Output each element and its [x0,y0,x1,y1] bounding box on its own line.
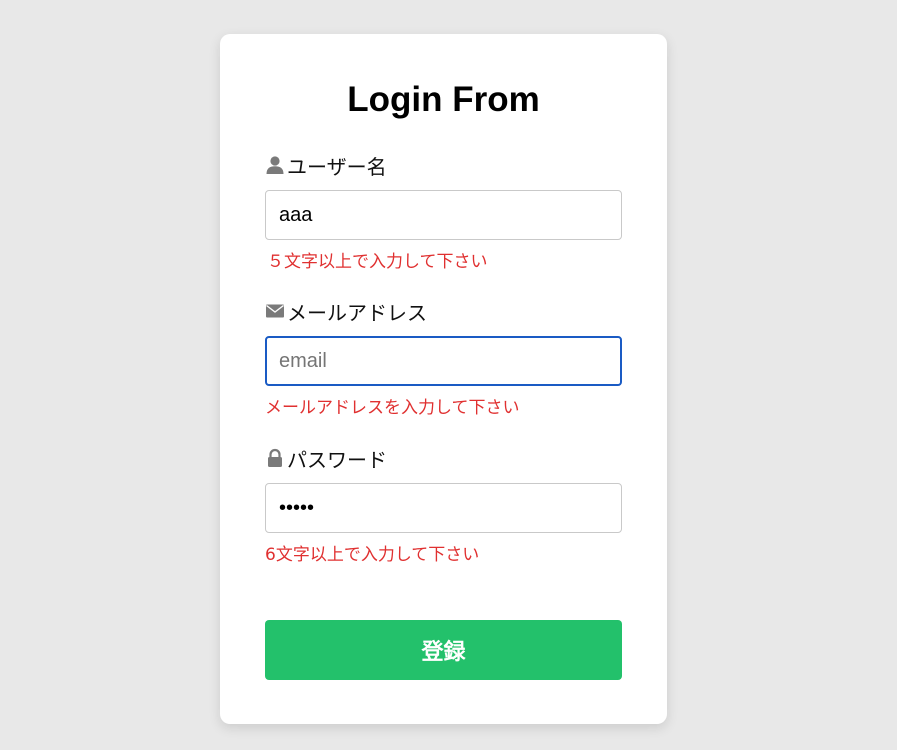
mail-icon [265,301,285,321]
username-error: ５文字以上で入力して下さい [267,252,488,272]
lock-icon [265,448,285,468]
form-title: Login From [347,80,540,119]
password-input[interactable] [265,483,622,533]
email-error: メールアドレスを入力して下さい [265,398,520,418]
password-label: パスワード [287,447,387,472]
email-label-row: メールアドレス [265,298,622,325]
login-card: Login From ユーザー名 ５文字以上で入力して下さい メールアドレス [220,34,667,724]
password-label-row: パスワード [265,445,622,472]
password-field-group: パスワード 6文字以上で入力して下さい [265,445,622,566]
register-button[interactable]: 登録 [265,620,622,680]
username-input[interactable] [265,190,622,240]
username-field-group: ユーザー名 ５文字以上で入力して下さい [265,152,622,273]
username-label: ユーザー名 [287,154,387,179]
username-label-row: ユーザー名 [265,152,622,179]
user-icon [265,155,285,175]
email-field-group: メールアドレス メールアドレスを入力して下さい [265,298,622,419]
password-error: 6文字以上で入力して下さい [265,545,480,565]
email-input[interactable] [265,336,622,386]
email-label: メールアドレス [287,300,427,325]
